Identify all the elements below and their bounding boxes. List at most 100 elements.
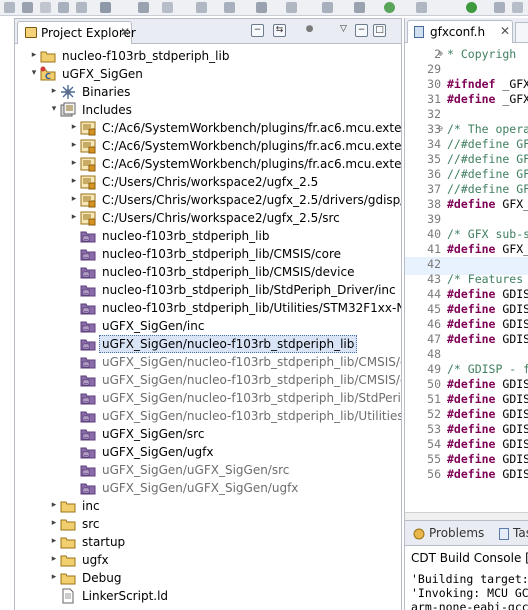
toolbar-icon[interactable] (196, 2, 207, 13)
tree-item-label: C:/Users/Chris/workspace2/ugfx_2.5 (102, 175, 319, 189)
chevron-right-icon[interactable]: ▸ (49, 536, 59, 546)
workspace-include-icon (80, 390, 96, 406)
toolbar-icon[interactable] (354, 2, 365, 13)
code-keyword: #define (447, 467, 496, 481)
tree-item[interactable]: LinkerScript.ld (15, 587, 401, 605)
code-comment: /* The opera (447, 122, 528, 136)
tree-item[interactable]: nucleo-f103rb_stdperiph_lib (15, 227, 401, 245)
debug-icon[interactable] (384, 2, 395, 13)
tree-item[interactable]: ▸ C:/Users/Chris/workspace2/ugfx_2.5/driv… (15, 191, 401, 209)
tree-item[interactable]: uGFX_SigGen/nucleo-f103rb_stdperiph_lib/… (15, 407, 401, 425)
chevron-right-icon[interactable]: ▸ (69, 140, 79, 150)
tree-item[interactable]: nucleo-f103rb_stdperiph_lib/StdPeriph_Dr… (15, 281, 401, 299)
tab-second-file[interactable] (515, 22, 528, 43)
toolbar-icon[interactable] (4, 2, 15, 13)
tree-item[interactable]: ▸ Binaries (15, 83, 401, 101)
tree-item[interactable]: uGFX_SigGen/inc (15, 317, 401, 335)
chevron-down-icon[interactable]: ▾ (49, 104, 59, 114)
toolbar-icon[interactable] (512, 2, 523, 13)
fold-expand-icon[interactable]: ⊕ (438, 49, 443, 58)
chevron-right-icon[interactable]: ▸ (49, 500, 59, 510)
toolbar-icon[interactable] (22, 2, 33, 13)
toolbar-icon[interactable] (100, 2, 111, 13)
tree-item-label: uGFX_SigGen/nucleo-f103rb_stdperiph_lib/… (102, 409, 401, 423)
tree-item[interactable]: ▸ startup (15, 533, 401, 551)
tree-item-label: ugfx (82, 553, 109, 567)
tree-item[interactable]: uGFX_SigGen/nucleo-f103rb_stdperiph_lib/… (15, 353, 401, 371)
toolbar-icon[interactable] (76, 2, 87, 13)
toolbar-icon[interactable] (494, 2, 505, 13)
toolbar-icon[interactable] (40, 2, 51, 13)
tree-item[interactable]: ▸ C:/Ac6/SystemWorkbench/plugins/fr.ac6.m… (15, 155, 401, 173)
chevron-right-icon[interactable]: ▸ (69, 212, 79, 222)
toolbar-icon[interactable] (286, 2, 297, 13)
chevron-down-icon[interactable]: ▾ (29, 68, 39, 78)
maximize-icon[interactable]: □ (373, 24, 386, 37)
chevron-right-icon[interactable]: ▸ (69, 194, 79, 204)
file-icon (60, 588, 76, 604)
toolbar-icon[interactable] (256, 2, 267, 13)
tab-gfxconf-h[interactable]: gfxconf.h ✕ (407, 20, 513, 43)
tree-item[interactable]: uGFX_SigGen/uGFX_SigGen/src (15, 461, 401, 479)
filters-icon[interactable]: ● (303, 24, 316, 37)
toolbar-icon[interactable] (416, 2, 427, 13)
tree-item[interactable]: ▾ Includes (15, 101, 401, 119)
collapse-all-icon[interactable]: − (251, 24, 264, 37)
include-folder-icon (80, 192, 96, 208)
close-icon[interactable]: ✕ (500, 24, 510, 38)
view-menu-icon[interactable]: ▽ (337, 24, 350, 37)
toolbar-icon[interactable] (58, 2, 69, 13)
include-folder-icon (80, 156, 96, 172)
chevron-right-icon[interactable]: ▸ (49, 86, 59, 96)
tab-tasks[interactable]: Tas (513, 526, 528, 540)
code-keyword: #define (447, 197, 496, 211)
tree-item[interactable]: nucleo-f103rb_stdperiph_lib/CMSIS/core (15, 245, 401, 263)
tree-item[interactable]: ▸ C:/Users/Chris/workspace2/ugfx_2.5/src (15, 209, 401, 227)
tree-item[interactable]: ▸ C:/Ac6/SystemWorkbench/plugins/fr.ac6.m… (15, 137, 401, 155)
tree-item[interactable]: uGFX_SigGen/nucleo-f103rb_stdperiph_lib (15, 335, 401, 353)
horizontal-scrollbar[interactable] (405, 512, 528, 520)
code-token: GDIS (495, 302, 528, 316)
toolbar-icon[interactable] (162, 2, 173, 13)
tree-item[interactable]: ▸ C:/Users/Chris/workspace2/ugfx_2.5 (15, 173, 401, 191)
tree-item[interactable]: ▸ ugfx (15, 551, 401, 569)
code-editor[interactable]: 2 ⊕ * Copyrigh 29 30 #ifndef _GFX 31 #define _… (405, 44, 528, 512)
chevron-right-icon[interactable]: ▸ (69, 176, 79, 186)
chevron-right-icon[interactable]: ▸ (69, 158, 79, 168)
tree-item-label: uGFX_SigGen/nucleo-f103rb_stdperiph_lib/… (102, 373, 401, 387)
tree-item[interactable]: nucleo-f103rb_stdperiph_lib/CMSIS/device (15, 263, 401, 281)
tree-item[interactable]: nucleo-f103rb_stdperiph_lib/Utilities/ST… (15, 299, 401, 317)
tree-item[interactable]: ▸ nucleo-f103rb_stdperiph_lib (15, 47, 401, 65)
tree-item[interactable]: uGFX_SigGen/src (15, 425, 401, 443)
toolbar-icon[interactable] (138, 2, 149, 13)
tree-item[interactable]: ▸ src (15, 515, 401, 533)
chevron-right-icon[interactable]: ▸ (69, 122, 79, 132)
close-icon[interactable]: ✕ (120, 25, 130, 39)
chevron-right-icon[interactable]: ▸ (49, 554, 59, 564)
tree-item[interactable]: ▸ Debug (15, 569, 401, 587)
minimize-icon[interactable]: − (355, 24, 368, 37)
code-text: //#define GF (447, 152, 528, 166)
tree-item[interactable]: uGFX_SigGen/nucleo-f103rb_stdperiph_lib/… (15, 389, 401, 407)
code-token: GDIS (495, 452, 528, 466)
code-keyword: #define (447, 92, 496, 106)
tree-item[interactable]: ▸ inc (15, 497, 401, 515)
link-with-editor-icon[interactable]: ⇆ (273, 24, 286, 37)
chevron-right-icon[interactable]: ▸ (49, 518, 59, 528)
tree-item[interactable]: uGFX_SigGen/uGFX_SigGen/ugfx (15, 479, 401, 497)
tree-item[interactable]: uGFX_SigGen/ugfx (15, 443, 401, 461)
tree-item[interactable]: ▾ CuGFX_SigGen (15, 65, 401, 83)
tab-project-explorer[interactable]: Project Explorer ✕ (17, 21, 136, 44)
tab-problems[interactable]: Problems (429, 526, 484, 540)
chevron-right-icon[interactable]: ▸ (29, 50, 39, 60)
tree-item[interactable]: ▸ C:/Ac6/SystemWorkbench/plugins/fr.ac6.m… (15, 119, 401, 137)
code-comment: /* GDISP - f (447, 362, 528, 376)
fold-collapse-icon[interactable]: ⊖ (438, 124, 443, 133)
run-icon[interactable] (466, 2, 477, 13)
toolbar-icon[interactable] (224, 2, 235, 13)
line-number: 54 (427, 437, 441, 451)
folder-icon (60, 534, 76, 550)
chevron-right-icon[interactable]: ▸ (49, 572, 59, 582)
tree-item[interactable]: uGFX_SigGen/nucleo-f103rb_stdperiph_lib/… (15, 371, 401, 389)
toolbar-icon[interactable] (322, 2, 333, 13)
